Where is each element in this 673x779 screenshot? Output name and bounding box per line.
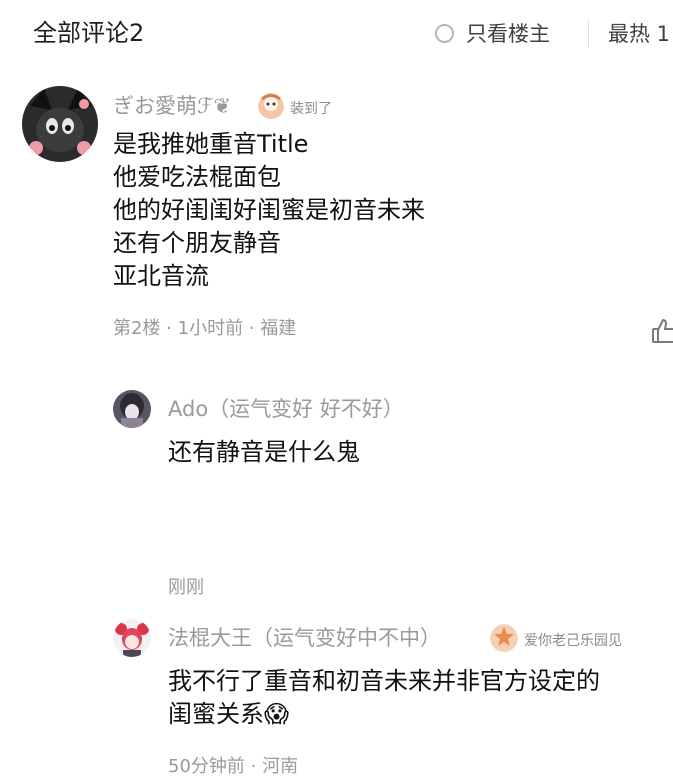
- comment-text: 是我推她重音Title 他爱吃法棍面包 他的好闺闺好闺蜜是初音未来 还有个朋友静…: [113, 130, 425, 290]
- reply-avatar[interactable]: [113, 390, 151, 428]
- avatar[interactable]: [22, 86, 98, 162]
- comment-username[interactable]: ぎお愛萌ℱ❦: [113, 93, 231, 119]
- sort-hot-button[interactable]: 最热 1: [608, 18, 670, 48]
- reply-text: 还有静音是什么鬼: [168, 438, 360, 466]
- reply-username[interactable]: Ado（运气变好 好不好）: [168, 396, 404, 422]
- radio-icon[interactable]: [435, 23, 454, 43]
- reply-username[interactable]: 法棍大王（运气变好中不中）: [168, 625, 441, 651]
- reply-avatar[interactable]: [113, 619, 151, 657]
- header-divider: [588, 20, 589, 48]
- badge-label: 爱你老己乐园见: [524, 633, 622, 649]
- reply-avatar-image: [113, 619, 151, 657]
- only-op-toggle[interactable]: 只看楼主: [435, 18, 550, 48]
- reply-meta: 刚刚: [168, 577, 204, 598]
- badge-icon: [490, 624, 518, 656]
- badge-label: 装到了: [290, 101, 332, 117]
- like-icon[interactable]: [652, 318, 673, 348]
- only-op-label: 只看楼主: [466, 22, 550, 46]
- cat-avatar-image: [22, 86, 98, 162]
- badge-icon: [258, 93, 284, 123]
- comment-meta: 第2楼 · 1小时前 · 福建: [113, 318, 297, 339]
- reply-avatar-image: [113, 390, 151, 428]
- user-badge[interactable]: 爱你老己乐园见: [490, 624, 622, 656]
- reply-text: 我不行了重音和初音未来并非官方设定的 闺蜜关系😱: [168, 667, 600, 728]
- reply-meta: 50分钟前 · 河南: [168, 756, 299, 777]
- comments-header-title: 全部评论2: [33, 19, 145, 47]
- user-badge[interactable]: 装到了: [258, 93, 332, 123]
